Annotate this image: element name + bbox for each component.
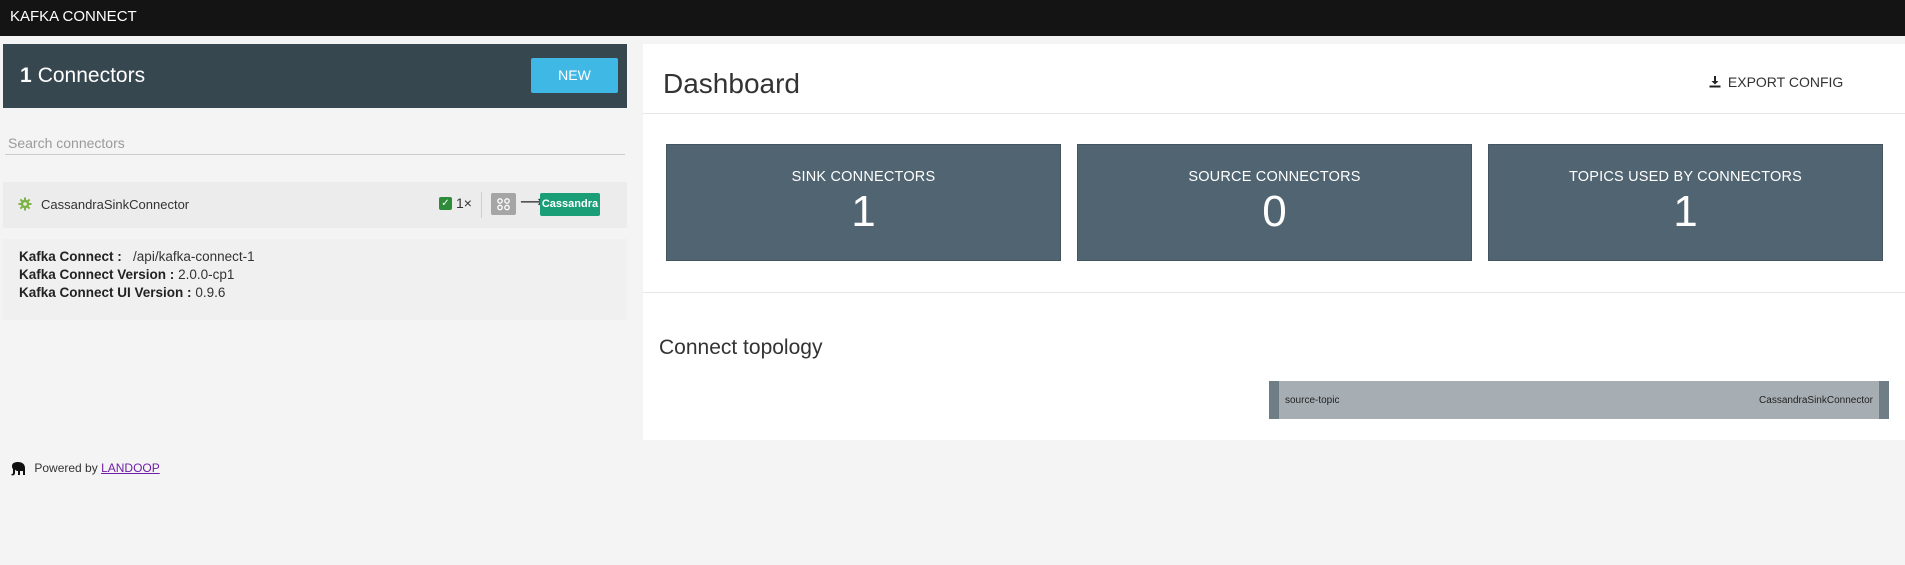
footer: Powered by LANDOOP <box>9 460 160 478</box>
source-cluster-icon <box>491 193 516 215</box>
new-connector-button[interactable]: NEW <box>531 58 618 93</box>
topology-target-label: CassandraSinkConnector <box>1759 395 1873 406</box>
divider <box>643 113 1905 114</box>
check-icon: ✓ <box>439 197 452 210</box>
connect-version-value: 2.0.0-cp1 <box>178 267 235 282</box>
connect-url-value: /api/kafka-connect-1 <box>133 249 255 264</box>
ui-version-value: 0.9.6 <box>195 285 226 300</box>
top-navbar: KAFKA CONNECT <box>0 0 1905 36</box>
card-value: 1 <box>1673 187 1698 236</box>
topology-source-label: source-topic <box>1285 395 1340 406</box>
ui-version-label: Kafka Connect UI Version : <box>19 285 192 300</box>
card-value: 1 <box>851 187 876 236</box>
download-icon <box>1709 76 1721 88</box>
topology-source-node <box>1269 381 1279 419</box>
divider <box>481 192 482 218</box>
source-connectors-card[interactable]: SOURCE CONNECTORS 0 <box>1077 144 1472 261</box>
connect-url-row: Kafka Connect : /api/kafka-connect-1 <box>19 248 611 266</box>
export-config-button[interactable]: EXPORT CONFIG <box>1709 74 1843 90</box>
connector-name: CassandraSinkConnector <box>41 197 190 212</box>
card-label: SINK CONNECTORS <box>791 169 936 185</box>
topology-title: Connect topology <box>659 336 823 359</box>
powered-by-text: Powered by <box>34 461 98 476</box>
sidebar: 1Connectors NEW CassandraSinkConnector ✓… <box>3 44 627 320</box>
ui-version-row: Kafka Connect UI Version : 0.9.6 <box>19 284 611 302</box>
dashboard-panel: Dashboard EXPORT CONFIG SINK CONNECTORS … <box>643 44 1905 440</box>
connectors-header: 1 Connectors NEW <box>3 44 627 108</box>
topology-diagram[interactable]: source-topic CassandraSinkConnector <box>1269 381 1889 419</box>
topology-target-node <box>1879 381 1889 419</box>
app-title[interactable]: KAFKA CONNECT <box>10 8 137 25</box>
search-input[interactable] <box>5 131 625 155</box>
connect-version-row: Kafka Connect Version : 2.0.0-cp1 <box>19 266 611 284</box>
sink-connectors-card[interactable]: SINK CONNECTORS 1 <box>666 144 1061 261</box>
connectors-count: 1 <box>20 64 32 87</box>
card-value: 0 <box>1262 187 1287 236</box>
elephant-icon <box>11 462 25 476</box>
connector-list-item[interactable]: CassandraSinkConnector ✓ 1× ⟶ Cassandra <box>3 182 627 228</box>
connect-version-label: Kafka Connect Version : <box>19 267 175 282</box>
landoop-link[interactable]: LANDOOP <box>101 461 160 475</box>
export-config-label: EXPORT CONFIG <box>1727 74 1844 90</box>
card-label: TOPICS USED BY CONNECTORS <box>1568 169 1803 185</box>
connectors-label: Connectors <box>37 64 146 87</box>
connect-url-label: Kafka Connect : <box>19 249 122 264</box>
page-title: Dashboard <box>663 68 800 99</box>
connectors-title: 1 Connectors <box>20 64 145 88</box>
divider <box>643 292 1905 293</box>
sink-badge: Cassandra <box>540 193 600 216</box>
task-count: 1× <box>456 195 472 211</box>
topics-card[interactable]: TOPICS USED BY CONNECTORS 1 <box>1488 144 1883 261</box>
gear-icon <box>18 197 32 211</box>
connect-info-panel: Kafka Connect : /api/kafka-connect-1 Kaf… <box>3 239 627 320</box>
card-label: SOURCE CONNECTORS <box>1188 169 1361 185</box>
